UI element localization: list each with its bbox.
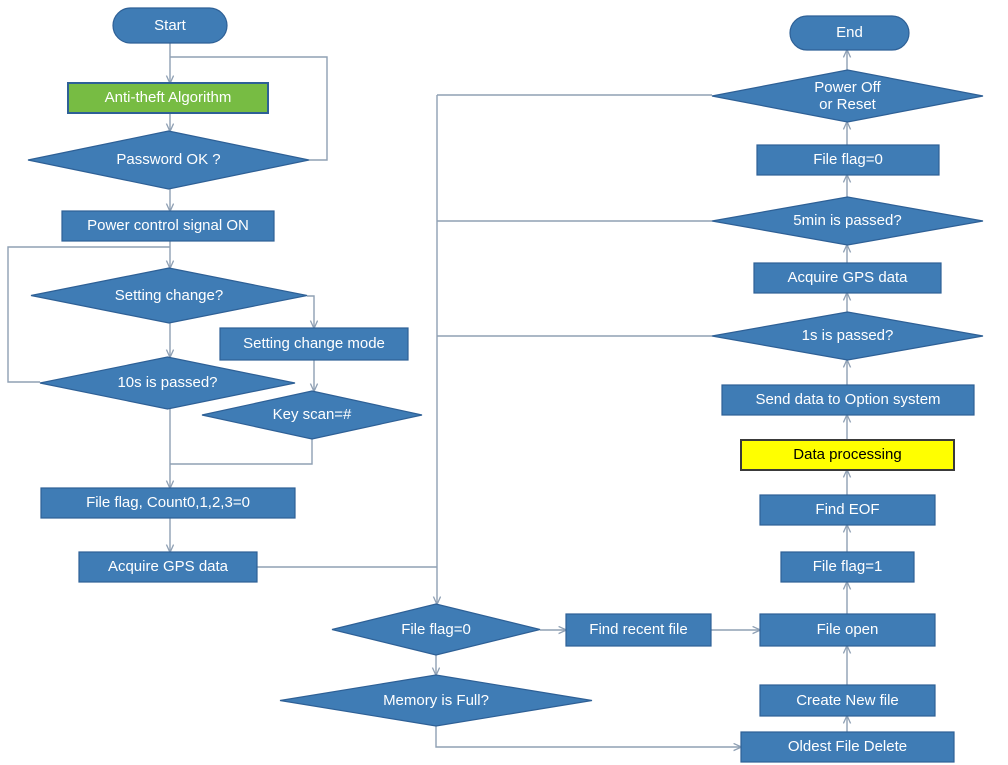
node-shape-data_processing[interactable]: [740, 439, 955, 471]
connector-memory-full-to-oldest-delete: [435, 726, 741, 747]
node-shape-setting_change[interactable]: [30, 267, 308, 324]
connector-setting-change-to-mode: [307, 295, 314, 328]
node-shape-power_on[interactable]: [61, 210, 275, 242]
node-shape-ten_s_passed[interactable]: [39, 356, 296, 410]
node-shape-find_recent[interactable]: [565, 613, 712, 647]
node-shape-send_option[interactable]: [721, 384, 975, 416]
node-shape-end[interactable]: [789, 15, 910, 51]
node-shape-file_flag_1[interactable]: [780, 551, 915, 583]
node-shape-acquire_gps_r[interactable]: [753, 262, 942, 294]
node-shape-password_ok[interactable]: [27, 130, 310, 190]
node-shape-memory_full[interactable]: [279, 674, 593, 727]
flowchart-svg: [7, 7, 984, 763]
node-shape-key_scan[interactable]: [201, 390, 423, 440]
connector-key-scan-to-merge: [170, 439, 313, 465]
node-shape-anti_theft[interactable]: [67, 82, 269, 114]
node-shape-power_off_reset[interactable]: [711, 69, 984, 123]
node-shape-acquire_gps_l[interactable]: [78, 551, 258, 583]
node-shape-create_new[interactable]: [759, 684, 936, 717]
node-shape-setting_mode[interactable]: [219, 327, 409, 361]
node-shape-file_flag_count[interactable]: [40, 487, 296, 519]
node-shape-one_s_passed[interactable]: [711, 311, 984, 361]
node-shape-file_flag_0_d[interactable]: [331, 603, 541, 656]
node-shape-oldest_delete[interactable]: [740, 731, 955, 763]
node-shape-start[interactable]: [112, 7, 228, 44]
node-shape-file_flag_0_p[interactable]: [756, 144, 940, 176]
node-layer: [27, 7, 984, 763]
node-shape-find_eof[interactable]: [759, 494, 936, 526]
flowchart-canvas: Start Anti-theft Algorithm Password OK ? Po…: [0, 0, 1008, 765]
node-shape-file_open[interactable]: [759, 613, 936, 647]
node-shape-five_min_passed[interactable]: [711, 196, 984, 246]
